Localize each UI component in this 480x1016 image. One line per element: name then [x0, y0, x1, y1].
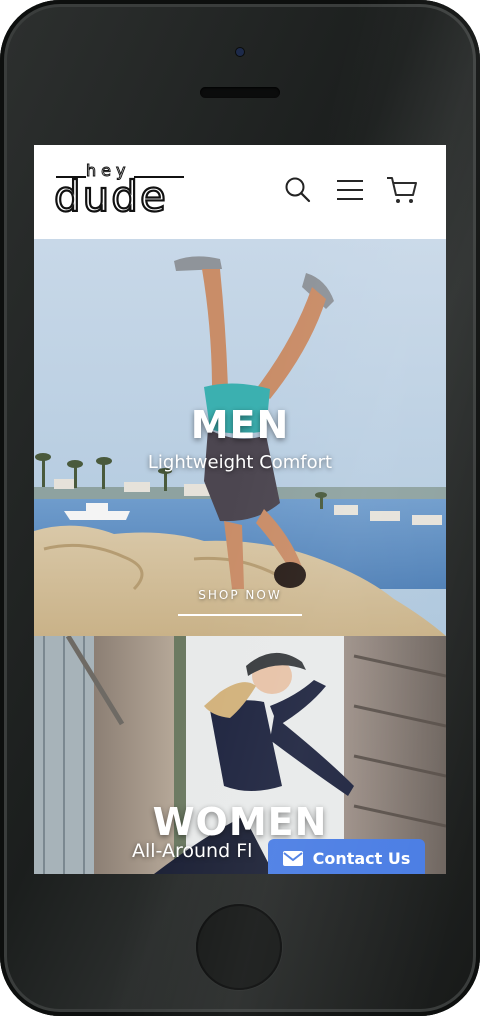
phone-screen: hey dude MEN Lightweight Comfort SHOP NO…	[34, 145, 446, 874]
cart-icon[interactable]	[385, 173, 419, 207]
home-button[interactable]	[196, 904, 282, 990]
logo-main-text: dude	[54, 172, 168, 217]
earpiece-speaker	[200, 87, 280, 98]
brand-logo[interactable]: hey dude	[52, 161, 192, 217]
men-title: MEN	[190, 403, 290, 447]
contact-us-label: Contact Us	[312, 848, 411, 868]
menu-icon[interactable]	[333, 173, 367, 207]
hero-men[interactable]: MEN Lightweight Comfort SHOP NOW	[34, 239, 446, 636]
women-title: WOMEN	[152, 800, 328, 844]
search-icon[interactable]	[281, 173, 315, 207]
phone-frame: hey dude MEN Lightweight Comfort SHOP NO…	[0, 0, 480, 1016]
site-header: hey dude	[34, 145, 446, 239]
camera-lens	[236, 48, 244, 56]
mail-icon	[282, 850, 303, 866]
men-subtitle: Lightweight Comfort	[147, 452, 333, 473]
contact-us-button[interactable]: Contact Us	[268, 839, 425, 874]
shop-now-button[interactable]: SHOP NOW	[178, 584, 302, 620]
